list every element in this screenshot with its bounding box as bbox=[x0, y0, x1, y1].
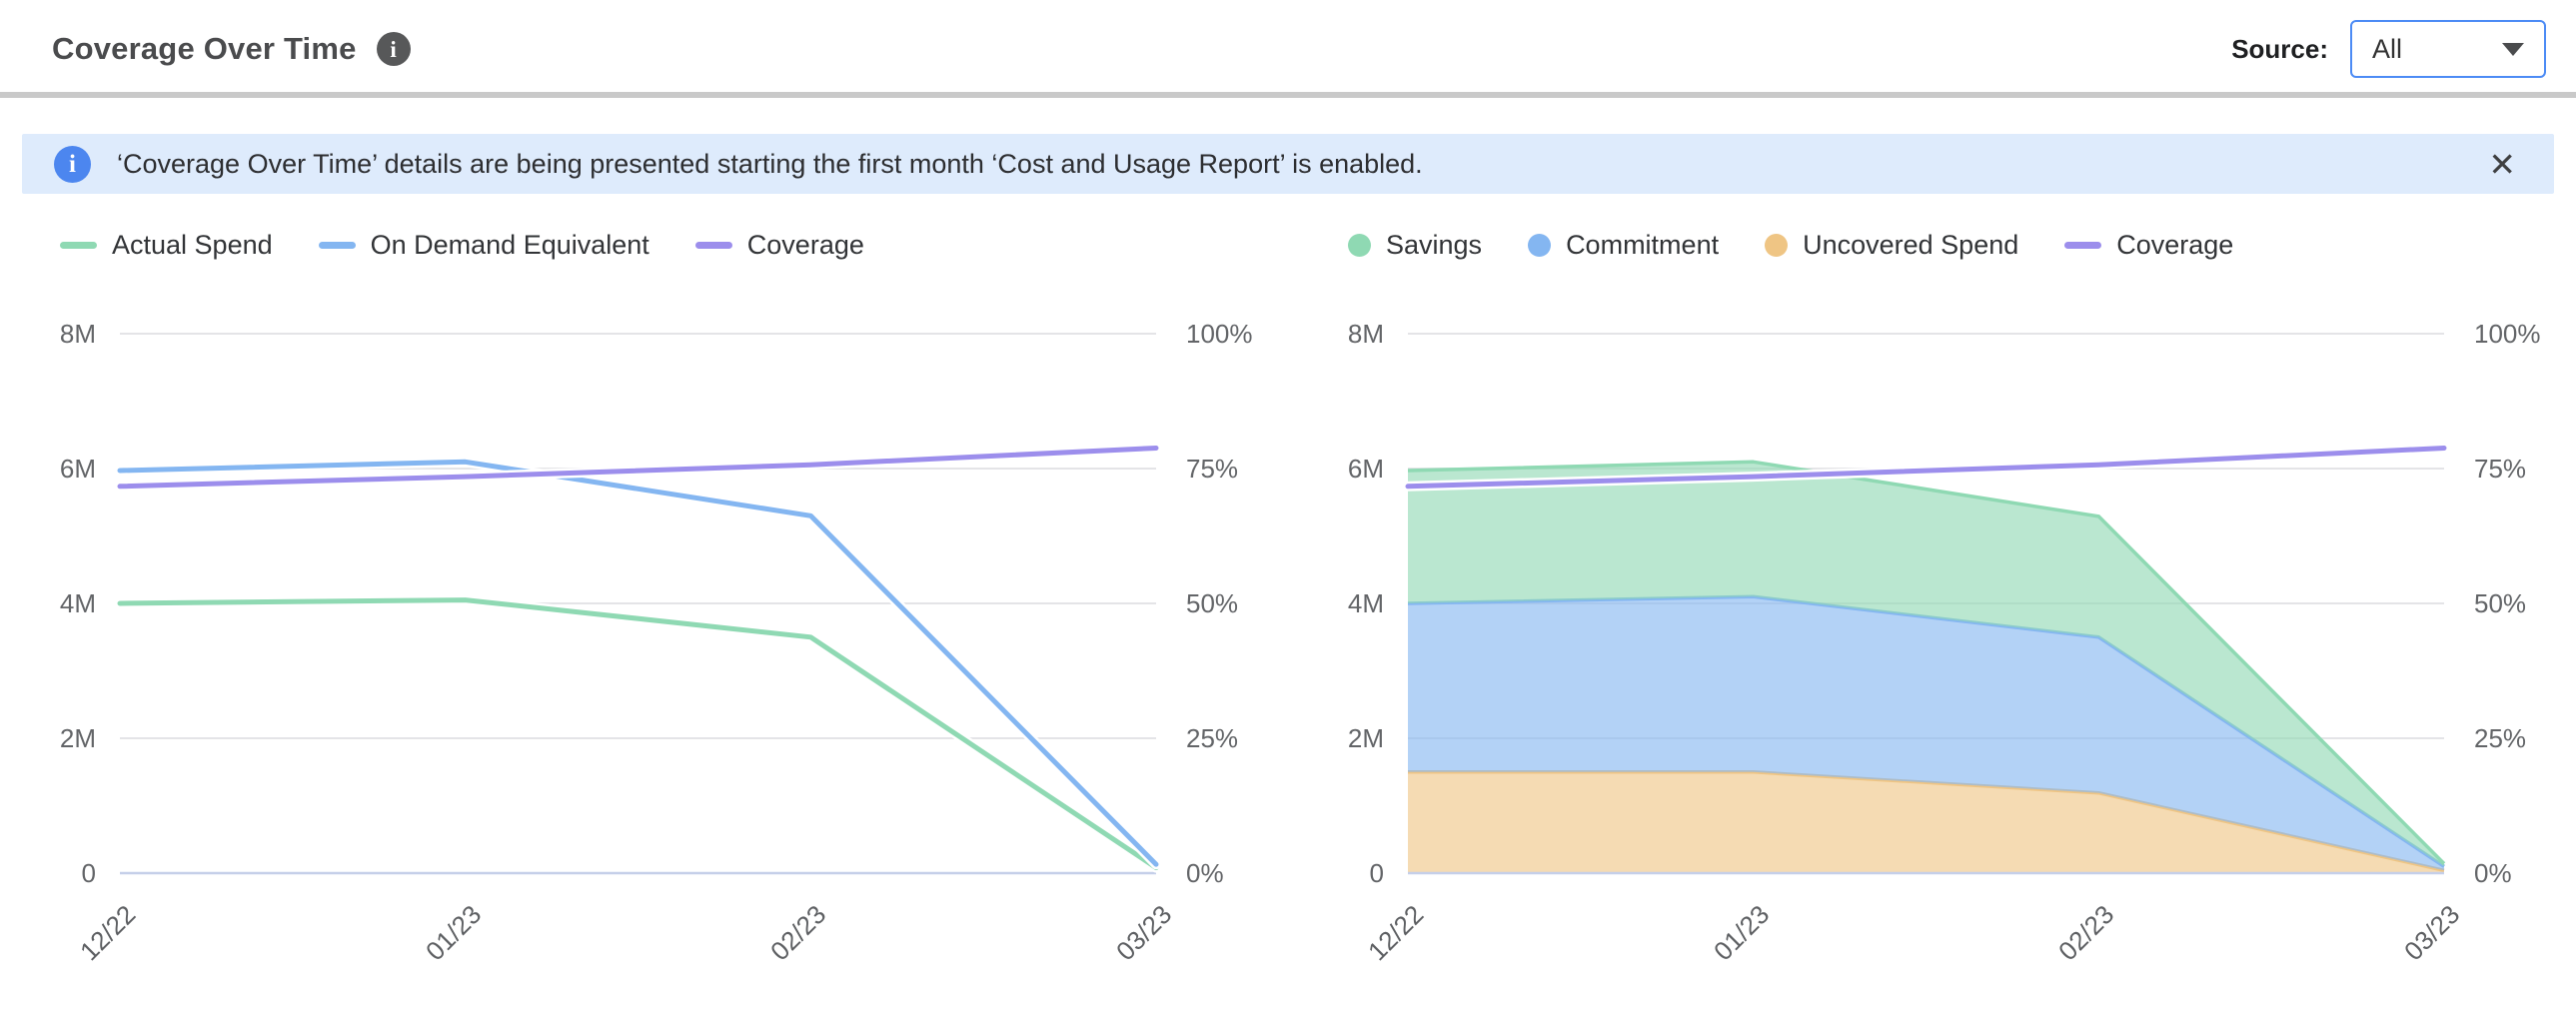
x-axis-labels: 12/2201/2302/2303/23 bbox=[120, 883, 1156, 985]
legend-dot-icon bbox=[1765, 234, 1788, 257]
legend-item-commitment[interactable]: Commitment bbox=[1528, 230, 1719, 261]
coverage-over-time-page: Coverage Over Time i Source: All i ‘Cove… bbox=[0, 0, 2576, 1015]
legend-label: On Demand Equivalent bbox=[371, 230, 649, 261]
y-axis-tick-label: 0 bbox=[82, 858, 96, 888]
plot-row: 8M6M4M2M0 12/2201/2302/2303/23 100%75%50… bbox=[40, 324, 1268, 985]
x-axis-tick-label: 01/23 bbox=[420, 899, 488, 967]
chevron-down-icon bbox=[2502, 43, 2524, 56]
legend-item-coverage[interactable]: Coverage bbox=[2064, 230, 2233, 261]
plot-column: 12/2201/2302/2303/23 bbox=[1408, 324, 2444, 985]
y-axis-tick-label: 6M bbox=[60, 454, 96, 484]
x-axis-labels: 12/2201/2302/2303/23 bbox=[1408, 883, 2444, 985]
coverage-stacked-area-chart: Savings Commitment Uncovered Spend Coverage… bbox=[1288, 228, 2576, 985]
y-axis-tick-label: 4M bbox=[60, 588, 96, 618]
banner-text: ‘Coverage Over Time’ details are being p… bbox=[117, 149, 2462, 180]
y-axis-tick-label: 25% bbox=[1186, 723, 1238, 753]
legend-label: Savings bbox=[1386, 230, 1482, 261]
y-axis-tick-label: 50% bbox=[1186, 588, 1238, 618]
plot-column: 12/2201/2302/2303/23 bbox=[120, 324, 1156, 985]
legend-item-savings[interactable]: Savings bbox=[1348, 230, 1482, 261]
source-filter: Source: All bbox=[2231, 20, 2546, 78]
source-label: Source: bbox=[2231, 34, 2328, 65]
chart-legend: Savings Commitment Uncovered Spend Coverage bbox=[1348, 228, 2556, 262]
legend-label: Actual Spend bbox=[112, 230, 273, 261]
y-axis-left-labels: 8M6M4M2M0 bbox=[40, 324, 120, 985]
legend-item-actual-spend[interactable]: Actual Spend bbox=[60, 230, 273, 261]
legend-line-icon bbox=[60, 242, 97, 249]
y-axis-tick-label: 8M bbox=[1348, 319, 1384, 349]
info-icon: i bbox=[54, 146, 91, 183]
legend-label: Coverage bbox=[2116, 230, 2233, 261]
info-icon-glyph: i bbox=[69, 152, 76, 177]
legend-line-icon bbox=[695, 242, 732, 249]
header: Coverage Over Time i Source: All bbox=[0, 0, 2576, 92]
title-row: Coverage Over Time i bbox=[52, 31, 411, 67]
y-axis-tick-label: 100% bbox=[1186, 319, 1253, 349]
legend-label: Uncovered Spend bbox=[1803, 230, 2018, 261]
y-axis-tick-label: 0 bbox=[1370, 858, 1384, 888]
source-select-value: All bbox=[2372, 34, 2402, 65]
close-icon[interactable]: ✕ bbox=[2488, 148, 2516, 181]
x-axis-tick-label: 02/23 bbox=[764, 899, 832, 967]
y-axis-left-labels: 8M6M4M2M0 bbox=[1328, 324, 1408, 985]
legend-item-uncovered-spend[interactable]: Uncovered Spend bbox=[1765, 230, 2018, 261]
legend-item-on-demand-equivalent[interactable]: On Demand Equivalent bbox=[319, 230, 649, 261]
x-axis-tick-label: 01/23 bbox=[1708, 899, 1776, 967]
plot-area[interactable] bbox=[120, 324, 1156, 883]
y-axis-tick-label: 2M bbox=[1348, 723, 1384, 753]
y-axis-tick-label: 50% bbox=[2474, 588, 2526, 618]
plot-row: 8M6M4M2M0 12/2201/2302/2303/23 100%75%50… bbox=[1328, 324, 2556, 985]
y-axis-tick-label: 75% bbox=[2474, 454, 2526, 484]
y-axis-tick-label: 2M bbox=[60, 723, 96, 753]
header-divider bbox=[0, 92, 2576, 98]
legend-label: Commitment bbox=[1566, 230, 1719, 261]
chart-legend: Actual Spend On Demand Equivalent Coverage bbox=[60, 228, 1268, 262]
legend-line-icon bbox=[2064, 242, 2101, 249]
info-banner: i ‘Coverage Over Time’ details are being… bbox=[22, 134, 2554, 194]
legend-label: Coverage bbox=[747, 230, 864, 261]
info-icon[interactable]: i bbox=[377, 32, 411, 66]
legend-dot-icon bbox=[1528, 234, 1551, 257]
page-title: Coverage Over Time bbox=[52, 31, 357, 67]
y-axis-tick-label: 75% bbox=[1186, 454, 1238, 484]
source-select[interactable]: All bbox=[2350, 20, 2546, 78]
info-icon-glyph: i bbox=[390, 38, 396, 61]
x-axis-tick-label: 02/23 bbox=[2052, 899, 2120, 967]
y-axis-tick-label: 4M bbox=[1348, 588, 1384, 618]
y-axis-tick-label: 0% bbox=[2474, 858, 2512, 888]
legend-line-icon bbox=[319, 242, 356, 249]
plot-area[interactable] bbox=[1408, 324, 2444, 883]
y-axis-tick-label: 0% bbox=[1186, 858, 1224, 888]
y-axis-tick-label: 6M bbox=[1348, 454, 1384, 484]
y-axis-right-labels: 100%75%50%25%0% bbox=[1156, 324, 1268, 985]
y-axis-tick-label: 25% bbox=[2474, 723, 2526, 753]
y-axis-tick-label: 8M bbox=[60, 319, 96, 349]
coverage-line-chart: Actual Spend On Demand Equivalent Coverage… bbox=[0, 228, 1288, 985]
y-axis-right-labels: 100%75%50%25%0% bbox=[2444, 324, 2556, 985]
charts-row: Actual Spend On Demand Equivalent Coverage… bbox=[0, 228, 2576, 985]
y-axis-tick-label: 100% bbox=[2474, 319, 2541, 349]
legend-dot-icon bbox=[1348, 234, 1371, 257]
legend-item-coverage[interactable]: Coverage bbox=[695, 230, 864, 261]
